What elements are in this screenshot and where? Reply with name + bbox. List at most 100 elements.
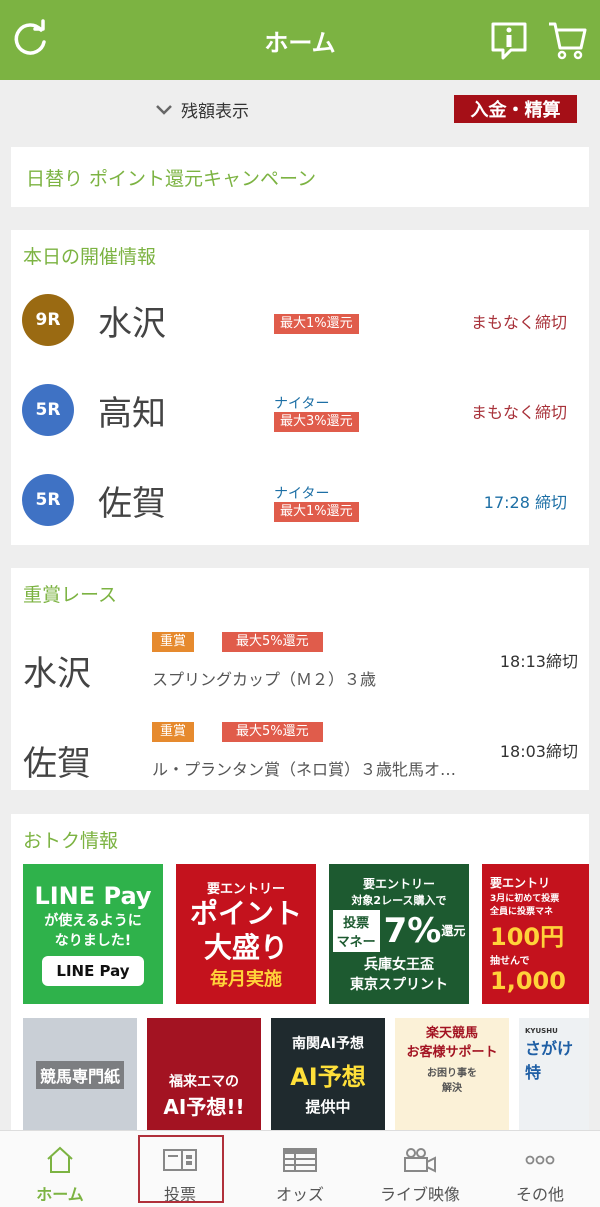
info-icon[interactable]	[487, 18, 531, 62]
banner-text: ポイント	[189, 896, 302, 930]
banner-text: KYUSHU	[525, 1027, 558, 1035]
venue-name: 佐賀	[23, 744, 91, 784]
more-dots-icon	[525, 1155, 555, 1165]
tab-vote[interactable]: 投票	[120, 1131, 240, 1207]
banner-vote-money-7[interactable]: 要エントリー 対象2レース購入で 投票 マネー 7% 還元 兵庫女王盃 東京スプ…	[329, 864, 469, 1004]
banner-text: 1,000	[490, 966, 566, 995]
tab-label: ライブ映像	[379, 1185, 460, 1204]
banner-text: 対象2レース購入で	[351, 893, 447, 907]
race-status: 17:28 締切	[483, 493, 567, 512]
banner-text: AI予想!!	[163, 1094, 245, 1119]
tab-live-video[interactable]: ライブ映像	[360, 1131, 480, 1207]
balance-toggle-label: 残額表示	[181, 102, 249, 122]
banner-point-omori[interactable]: 要エントリー ポイント 大盛り 毎月実施	[176, 864, 316, 1004]
today-section-title: 本日の開催情報	[23, 246, 157, 268]
race-row-saga[interactable]: 5R 佐賀 ナイター 最大1%還元 17:28 締切	[11, 460, 589, 540]
banner-text: 全員に投票マネ	[490, 906, 554, 917]
banner-text: 毎月実施	[210, 968, 282, 990]
banner-text: 東京スプリント	[350, 976, 448, 993]
grade-races-card: 重賞レース 水沢 重賞 最大5%還元 スプリングカップ（Ｍ２）３歳 18:13締切…	[11, 568, 589, 790]
banner-fukurai-ai[interactable]: 福来エマの AI予想!!	[147, 1018, 261, 1132]
race-number-badge: 5R	[22, 474, 74, 526]
balance-row: 残額表示 入金・精算	[0, 80, 600, 138]
banner-text: 3月に初めて投票	[490, 893, 560, 904]
balance-toggle[interactable]: 残額表示	[155, 97, 249, 122]
grade-tag: 重賞	[152, 722, 195, 742]
cart-icon[interactable]	[545, 18, 589, 62]
race-number-badge: 9R	[22, 294, 74, 346]
tab-odds[interactable]: オッズ	[240, 1131, 360, 1207]
race-deadline: 18:03締切	[499, 742, 578, 761]
banner-text: 100円	[490, 922, 565, 951]
tab-label: ホーム	[36, 1185, 84, 1204]
venue-name: 水沢	[98, 304, 166, 344]
banner-text: 要エントリー	[206, 881, 285, 897]
home-icon	[47, 1146, 73, 1173]
banner-text: 提供中	[305, 1098, 351, 1116]
video-camera-icon	[404, 1148, 436, 1173]
campaign-label: 日替り ポイント還元キャンペーン	[26, 167, 317, 190]
banner-text: 兵庫女王盃	[364, 956, 434, 973]
campaign-banner-link[interactable]: 日替り ポイント還元キャンペーン	[11, 147, 589, 207]
banner-nankan-ai[interactable]: 南関AI予想 AI予想 提供中	[271, 1018, 385, 1132]
banner-text: AI予想	[290, 1063, 366, 1091]
grade-race-row-mizusawa[interactable]: 水沢 重賞 最大5%還元 スプリングカップ（Ｍ２）３歳 18:13締切	[11, 620, 589, 715]
banner-text-box: 投票 マネー	[332, 909, 380, 952]
reward-tag: 最大5%還元	[222, 722, 323, 742]
venue-name: 水沢	[23, 654, 91, 694]
banner-text: 特	[525, 1063, 542, 1082]
ticket-icon	[163, 1149, 197, 1171]
banner-text: 還元	[441, 924, 466, 938]
deals-section-title: おトク情報	[23, 830, 119, 852]
tab-other[interactable]: その他	[480, 1131, 600, 1207]
race-number-badge: 5R	[22, 384, 74, 436]
nighter-label: ナイター	[274, 486, 330, 502]
banner-text: が使えるように	[44, 913, 142, 929]
race-name: ル・プランタン賞（ネロ賞）３歳牝馬オ…	[152, 760, 457, 779]
race-row-kochi[interactable]: 5R 高知 ナイター 最大3%還元 まもなく締切	[11, 370, 589, 450]
race-deadline: 18:13締切	[499, 652, 578, 671]
tab-label: 投票	[163, 1185, 196, 1204]
banner-text: 要エントリ	[490, 875, 551, 890]
banner-text: 大盛り	[203, 930, 288, 964]
banner-text: 抽せんで	[490, 955, 530, 967]
reward-tag: 最大3%還元	[274, 412, 359, 432]
race-status: まもなく締切	[470, 313, 567, 332]
deposit-settle-button[interactable]: 入金・精算	[454, 95, 577, 123]
banner-first-vote[interactable]: 要エントリ 3月に初めて投票 全員に投票マネ 100円 抽せんで 1,000	[482, 864, 589, 1004]
today-racing-card: 本日の開催情報 9R 水沢 最大1%還元 まもなく締切 5R 高知 ナイター 最大…	[11, 230, 589, 545]
banner-text: 解決	[442, 1083, 462, 1094]
venue-name: 高知	[98, 394, 166, 434]
banner-saga[interactable]: KYUSHU さがけ 特	[519, 1018, 589, 1132]
page-title: ホーム	[264, 28, 336, 57]
race-row-mizusawa[interactable]: 9R 水沢 最大1%還元 まもなく締切	[11, 280, 589, 360]
banner-text: マネー	[336, 934, 376, 950]
chevron-down-icon	[156, 104, 172, 115]
banner-text: 要エントリー	[362, 876, 435, 891]
reward-tag: 最大5%還元	[222, 632, 323, 652]
bottom-tab-bar: ホーム 投票 オッズ ライブ映像 その他	[0, 1130, 600, 1207]
odds-table-icon	[283, 1148, 317, 1172]
reward-tag: 最大1%還元	[274, 314, 359, 334]
grade-race-row-saga[interactable]: 佐賀 重賞 最大5%還元 ル・プランタン賞（ネロ賞）３歳牝馬オ… 18:03締切	[11, 710, 589, 805]
app-header: ホーム	[0, 0, 600, 80]
tab-home[interactable]: ホーム	[0, 1131, 120, 1207]
banner-keiba-paper[interactable]: 競馬専門紙	[23, 1018, 137, 1132]
reward-tag: 最大1%還元	[274, 502, 359, 522]
banner-text: お客様サポート	[406, 1045, 498, 1060]
banner-line-pay[interactable]: LINE Pay が使えるように なりました! LINE Pay	[23, 864, 163, 1004]
venue-name: 佐賀	[98, 484, 166, 524]
banner-support[interactable]: 楽天競馬 お客様サポート お困り事を 解決	[395, 1018, 509, 1132]
tab-label: オッズ	[275, 1185, 324, 1204]
banner-text: 南関AI予想	[291, 1036, 365, 1052]
refresh-icon[interactable]	[8, 18, 52, 62]
grade-tag: 重賞	[152, 632, 195, 652]
banner-text: 競馬専門紙	[35, 1061, 124, 1089]
deals-card: おトク情報 LINE Pay が使えるように なりました! LINE Pay 要…	[11, 814, 589, 1144]
banner-text: 7%	[383, 910, 442, 951]
banner-text: LINE Pay	[42, 956, 144, 986]
banner-text: さがけ	[525, 1039, 574, 1058]
banner-text: 福来エマの	[169, 1073, 239, 1090]
grade-section-title: 重賞レース	[23, 584, 118, 606]
banner-text: なりました!	[54, 933, 132, 949]
